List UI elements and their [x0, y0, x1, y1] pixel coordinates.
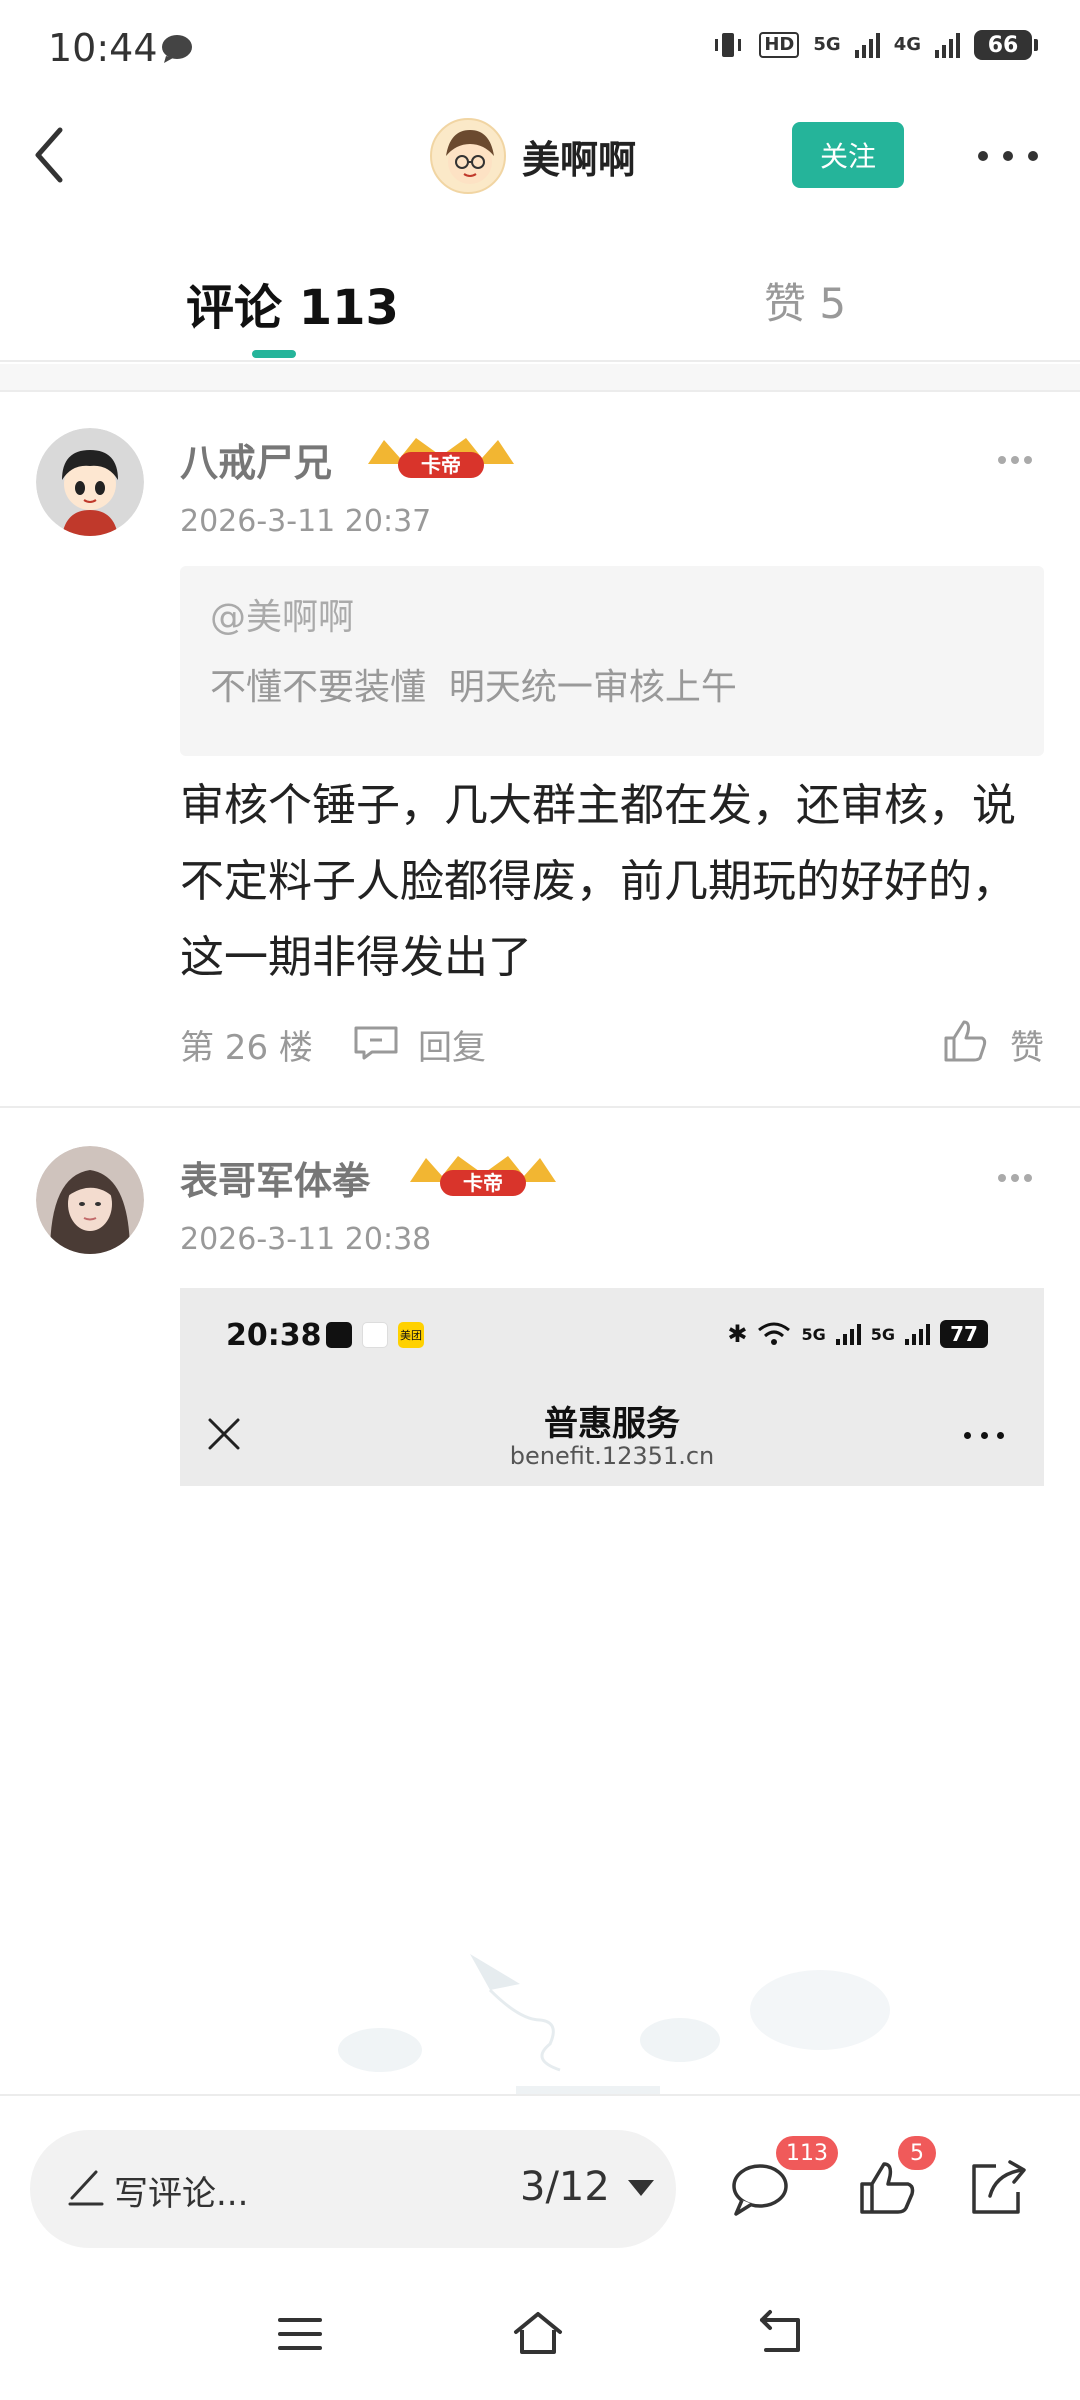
comment-author[interactable]: 表哥军体拳	[180, 1150, 370, 1205]
bluetooth-icon: ✱	[727, 1320, 748, 1348]
tab-bar: 评论 113 赞 5	[0, 212, 1080, 362]
avatar[interactable]	[430, 118, 506, 194]
crown-badge-icon: 卡帝	[410, 1156, 556, 1196]
embedded-signal-icon-2	[905, 1323, 930, 1345]
system-navigation-bar	[0, 2264, 1080, 2400]
floor-number: 第 26 楼	[180, 1028, 313, 1068]
embedded-more-icon	[964, 1432, 1004, 1440]
comment-time: 2026-3-11 20:38	[180, 1222, 432, 1257]
like-button[interactable]: 赞	[1010, 1020, 1044, 1069]
bottom-action-bar: 写评论... 3/12 113 5	[0, 2094, 1080, 2264]
tab-comments[interactable]: 评论 113	[186, 268, 399, 338]
signal-icon	[854, 32, 880, 58]
network-5g-label: 5G	[813, 34, 841, 55]
reply-icon[interactable]	[352, 1024, 400, 1060]
crown-badge-icon: 卡帝	[368, 438, 514, 478]
empty-state-illustration	[338, 1954, 890, 2100]
vibrate-icon	[715, 33, 742, 57]
quoted-author[interactable]: @美啊啊	[210, 588, 1014, 640]
portrait-avatar-icon	[36, 1146, 144, 1254]
hd-indicator: HD	[759, 32, 800, 58]
signal-icon-2	[935, 32, 960, 58]
more-options-icon[interactable]	[978, 136, 1038, 176]
battery-indicator: 66	[974, 30, 1038, 60]
comment-author[interactable]: 八戒尸兄	[180, 432, 332, 487]
status-icons: HD 5G 4G 66	[711, 30, 1038, 60]
cartoon-boy-avatar-icon	[36, 428, 144, 536]
profile-summary[interactable]: 美啊啊	[430, 118, 636, 194]
embedded-network-1: 5G	[801, 1324, 826, 1344]
follow-button[interactable]: 关注	[792, 122, 904, 188]
wifi-icon	[758, 1322, 791, 1345]
tab-likes[interactable]: 赞 5	[764, 270, 846, 331]
meituan-icon: 美团	[398, 1322, 424, 1348]
comment-count-badge: 113	[776, 2136, 838, 2170]
commenter-avatar[interactable]	[36, 428, 144, 536]
message-notification-icon	[162, 35, 192, 63]
comment-placeholder: 写评论...	[114, 2174, 249, 2214]
commenter-avatar[interactable]	[36, 1146, 144, 1254]
comment-body: 审核个锤子，几大群主都在发，还审核，说不定料子人脸都得废，前几期玩的好好的，这一…	[180, 780, 1016, 983]
like-count-badge: 5	[898, 2136, 936, 2170]
comment-more-icon[interactable]	[998, 1174, 1032, 1184]
embedded-status-icons: ✱ 5G 5G 77	[727, 1320, 988, 1348]
badge-label: 卡帝	[463, 1171, 503, 1195]
share-icon[interactable]	[966, 2158, 1030, 2218]
attached-image[interactable]: 20:38 美团 ✱ 5G 5G 77 普惠服务 benefit.12351.c…	[180, 1288, 1044, 1486]
embedded-status-time: 20:38	[226, 1318, 322, 1353]
quoted-text: 不懂不要装懂 明天统一审核上午	[210, 667, 737, 708]
comment-item: 八戒尸兄 卡帝 2026-3-11 20:37 @美啊啊 不懂不要装懂 明天统一…	[0, 392, 1080, 1108]
badge-label: 卡帝	[421, 453, 461, 477]
header: 美啊啊 关注	[0, 100, 1080, 212]
status-time: 10:44	[48, 26, 158, 70]
pen-icon	[68, 2170, 104, 2206]
back-arrow-icon[interactable]	[24, 122, 84, 188]
back-icon[interactable]	[752, 2308, 808, 2360]
embedded-network-2: 5G	[870, 1324, 895, 1344]
status-bar: 10:44 HD 5G 4G 66	[0, 0, 1080, 100]
network-4g-label: 4G	[893, 34, 921, 55]
profile-name: 美啊啊	[522, 137, 637, 182]
home-icon[interactable]	[510, 2308, 566, 2360]
page-indicator[interactable]: 3/12	[520, 2164, 610, 2210]
embedded-battery: 77	[940, 1320, 988, 1348]
qq-icon	[362, 1322, 388, 1348]
app-icon	[326, 1322, 352, 1348]
cartoon-avatar-icon	[446, 130, 494, 184]
comment-item: 表哥军体拳 卡帝 2026-3-11 20:38 20:38 美团 ✱ 5G 5…	[0, 1110, 1080, 1530]
comment-time: 2026-3-11 20:37	[180, 504, 432, 539]
reply-button[interactable]: 回复	[418, 1020, 486, 1069]
menu-icon[interactable]	[272, 2308, 328, 2360]
comment-more-icon[interactable]	[998, 456, 1032, 466]
quoted-comment: @美啊啊 不懂不要装懂 明天统一审核上午	[180, 566, 1044, 756]
embedded-signal-icon	[835, 1323, 861, 1345]
chevron-down-icon[interactable]	[628, 2180, 654, 2196]
comment-footer: 第 26 楼 回复 赞	[180, 1014, 1044, 1070]
comment-input[interactable]: 写评论... 3/12	[30, 2130, 676, 2248]
embedded-page-title: 普惠服务	[544, 1404, 680, 1444]
embedded-page-url: benefit.12351.cn	[509, 1442, 715, 1470]
thumbs-up-icon[interactable]	[942, 1018, 990, 1064]
section-divider	[0, 364, 1080, 392]
active-tab-indicator	[252, 350, 296, 358]
